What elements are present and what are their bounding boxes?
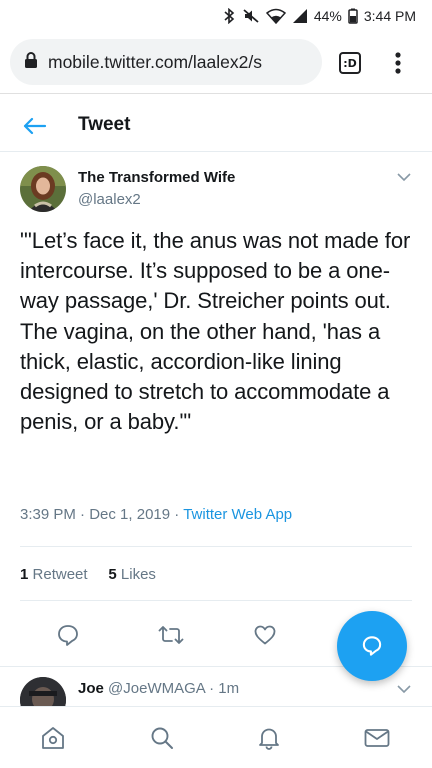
browser-menu-button[interactable]	[386, 48, 410, 78]
compose-button[interactable]	[337, 611, 407, 681]
author-name[interactable]: The Transformed Wife	[78, 169, 235, 186]
retweet-button[interactable]	[158, 622, 184, 648]
reply-time: 1m	[218, 680, 240, 697]
meta-separator: ·	[209, 680, 215, 697]
screen: 44% 3:44 PM mobile.twitter.com/laalex2/s…	[0, 0, 432, 768]
battery-percent: 44%	[313, 8, 342, 24]
tweet-time: 3:39 PM	[20, 506, 76, 523]
reply-header: Joe @JoeWMAGA · 1m	[78, 680, 239, 697]
reply-author-name[interactable]: Joe	[78, 680, 104, 697]
compose-reply-icon	[362, 636, 382, 656]
browser-toolbar: mobile.twitter.com/laalex2/s :D	[0, 32, 432, 94]
reply-avatar[interactable]	[20, 677, 66, 706]
likes-link[interactable]: 5 Likes	[108, 566, 156, 583]
nav-notifications[interactable]	[254, 723, 284, 753]
tweet-text: "'Let’s face it, the anus was not made f…	[20, 228, 411, 435]
lock-icon	[24, 51, 38, 74]
like-label: Likes	[120, 566, 156, 583]
retweet-label: Retweet	[32, 566, 88, 583]
notifications-icon	[259, 728, 279, 750]
home-icon	[42, 727, 64, 749]
battery-icon	[348, 8, 358, 24]
wifi-icon	[265, 8, 286, 24]
page-title: Tweet	[78, 114, 131, 135]
tweet-source-link[interactable]: Twitter Web App	[183, 506, 292, 523]
messages-icon	[364, 729, 390, 747]
mute-icon	[242, 8, 260, 24]
reply-button[interactable]	[55, 622, 81, 648]
meta-separator: ·	[174, 506, 180, 523]
search-icon	[151, 727, 173, 749]
retweet-count: 1	[20, 566, 29, 583]
status-time: 3:44 PM	[363, 8, 416, 24]
bottom-navigation	[0, 706, 432, 768]
more-vert-icon	[395, 52, 401, 74]
reply-author-handle[interactable]: @JoeWMAGA	[108, 680, 205, 697]
divider	[20, 600, 412, 601]
meta-separator: ·	[80, 506, 86, 523]
status-bar: 44% 3:44 PM	[0, 0, 432, 32]
tweet-date: Dec 1, 2019	[89, 506, 171, 523]
like-button[interactable]	[252, 622, 278, 648]
address-bar[interactable]: mobile.twitter.com/laalex2/s	[10, 39, 322, 85]
retweet-icon	[158, 626, 184, 644]
back-arrow-icon[interactable]	[20, 114, 48, 143]
tweet-stats: 1 Retweet 5 Likes	[20, 566, 156, 583]
chevron-down-icon[interactable]	[396, 682, 412, 700]
reply-icon	[58, 625, 78, 646]
like-count: 5	[108, 566, 117, 583]
retweets-link[interactable]: 1 Retweet	[20, 566, 88, 583]
tab-switcher-button[interactable]: :D	[339, 52, 361, 74]
bluetooth-icon	[222, 8, 236, 24]
tweet-timestamp: 3:39 PM · Dec 1, 2019 · Twitter Web App	[20, 506, 292, 523]
nav-home[interactable]	[38, 723, 68, 753]
like-icon	[254, 625, 276, 645]
signal-icon	[292, 8, 308, 24]
nav-search[interactable]	[147, 723, 177, 753]
nav-messages[interactable]	[362, 723, 392, 753]
author-handle[interactable]: @laalex2	[78, 191, 141, 208]
page-header: Tweet	[0, 100, 432, 152]
author-avatar[interactable]	[20, 166, 66, 212]
divider	[20, 546, 412, 547]
url-text: mobile.twitter.com/laalex2/s	[48, 51, 262, 72]
chevron-down-icon[interactable]	[396, 170, 412, 188]
